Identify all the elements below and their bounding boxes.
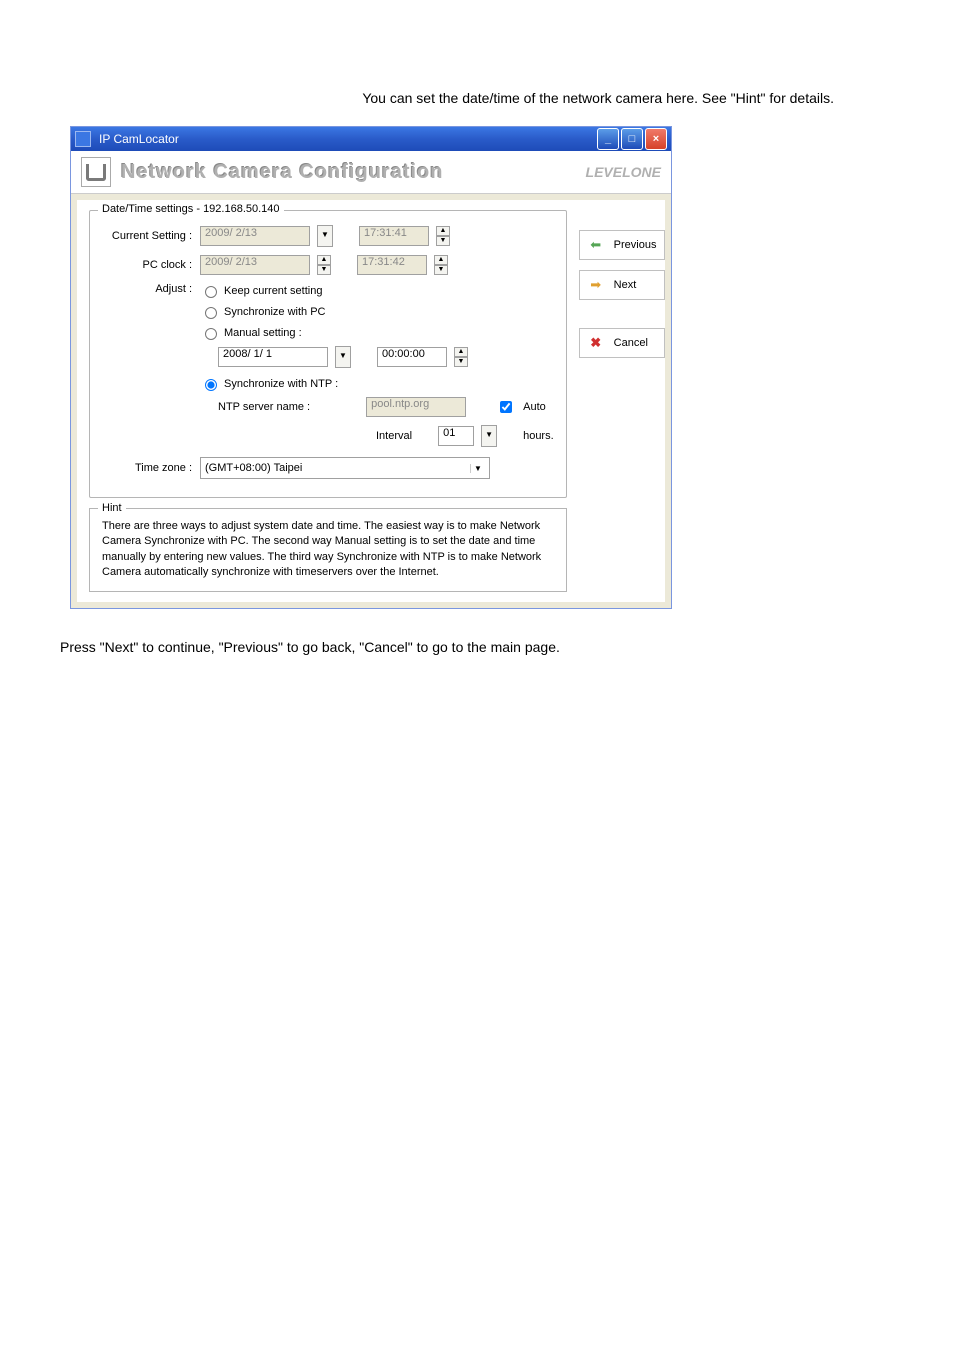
radio-sync-ntp[interactable] bbox=[205, 379, 217, 391]
hours-label: hours. bbox=[523, 430, 554, 442]
radio-sync-pc-label: Synchronize with PC bbox=[224, 306, 326, 318]
radio-keep-current[interactable] bbox=[205, 286, 217, 298]
close-icon: ✖ bbox=[588, 335, 604, 351]
timezone-label: Time zone : bbox=[102, 462, 192, 474]
current-date-field: 2009/ 2/13 bbox=[200, 226, 310, 246]
next-button-label: Next bbox=[614, 279, 637, 291]
current-time-field: 17:31:41 bbox=[359, 226, 429, 246]
auto-checkbox[interactable] bbox=[500, 401, 512, 413]
arrow-right-icon: ➡ bbox=[588, 277, 604, 293]
app-header: Network Camera Configuration LEVELONE bbox=[71, 151, 671, 194]
pc-clock-label: PC clock : bbox=[102, 259, 192, 271]
app-window: IP CamLocator _ □ × Network Camera Confi… bbox=[70, 126, 672, 609]
timezone-select[interactable]: (GMT+08:00) Taipei ▼ bbox=[200, 457, 490, 479]
pc-date-field: 2009/ 2/13 bbox=[200, 255, 310, 275]
hint-legend: Hint bbox=[98, 501, 126, 516]
radio-sync-ntp-label: Synchronize with NTP : bbox=[224, 378, 338, 390]
spinner-icon: ▲▼ bbox=[317, 255, 331, 275]
cancel-button[interactable]: ✖ Cancel bbox=[579, 328, 666, 358]
arrow-left-icon: ⬅ bbox=[588, 237, 604, 253]
radio-keep-label: Keep current setting bbox=[224, 285, 322, 297]
previous-button-label: Previous bbox=[614, 239, 657, 251]
window-title: IP CamLocator bbox=[95, 132, 597, 146]
maximize-button[interactable]: □ bbox=[621, 128, 643, 150]
titlebar: IP CamLocator _ □ × bbox=[71, 127, 671, 151]
cancel-button-label: Cancel bbox=[614, 337, 648, 349]
minimize-button[interactable]: _ bbox=[597, 128, 619, 150]
timezone-value: (GMT+08:00) Taipei bbox=[205, 462, 302, 474]
current-setting-label: Current Setting : bbox=[102, 230, 192, 242]
header-title: Network Camera Configuration bbox=[121, 161, 576, 184]
intro-text: You can set the date/time of the network… bbox=[60, 90, 894, 106]
ntp-server-name-label: NTP server name : bbox=[218, 401, 310, 413]
previous-button[interactable]: ⬅ Previous bbox=[579, 230, 666, 260]
interval-select[interactable]: 01 bbox=[438, 426, 474, 446]
ntp-server-field: pool.ntp.org bbox=[366, 397, 466, 417]
instruction-text: Press "Next" to continue, "Previous" to … bbox=[60, 639, 894, 655]
hint-box: Hint There are three ways to adjust syst… bbox=[89, 508, 567, 592]
dropdown-icon: ▼ bbox=[470, 464, 485, 473]
groupbox-legend: Date/Time settings - 192.168.50.140 bbox=[98, 203, 284, 215]
radio-sync-pc[interactable] bbox=[205, 307, 217, 319]
dropdown-icon: ▼ bbox=[317, 225, 333, 247]
spinner-icon: ▲▼ bbox=[434, 255, 448, 275]
datetime-groupbox: Date/Time settings - 192.168.50.140 Curr… bbox=[89, 210, 567, 498]
close-button[interactable]: × bbox=[645, 128, 667, 150]
auto-checkbox-label: Auto bbox=[523, 401, 546, 413]
radio-manual[interactable] bbox=[205, 328, 217, 340]
pc-time-field: 17:31:42 bbox=[357, 255, 427, 275]
spinner-icon: ▲▼ bbox=[436, 226, 450, 246]
manual-date-field[interactable]: 2008/ 1/ 1 bbox=[218, 347, 328, 367]
dropdown-icon[interactable]: ▼ bbox=[481, 425, 497, 447]
manual-time-field[interactable]: 00:00:00 bbox=[377, 347, 447, 367]
spinner-icon[interactable]: ▲▼ bbox=[454, 347, 468, 367]
logo-icon bbox=[81, 157, 111, 187]
next-button[interactable]: ➡ Next bbox=[579, 270, 666, 300]
dropdown-icon[interactable]: ▼ bbox=[335, 346, 351, 368]
app-icon bbox=[75, 131, 91, 147]
hint-text: There are three ways to adjust system da… bbox=[102, 519, 554, 581]
adjust-label: Adjust : bbox=[102, 283, 192, 295]
brand-label: LEVELONE bbox=[586, 164, 661, 180]
radio-manual-label: Manual setting : bbox=[224, 327, 302, 339]
window-controls: _ □ × bbox=[597, 128, 667, 150]
interval-label: Interval bbox=[376, 430, 412, 442]
